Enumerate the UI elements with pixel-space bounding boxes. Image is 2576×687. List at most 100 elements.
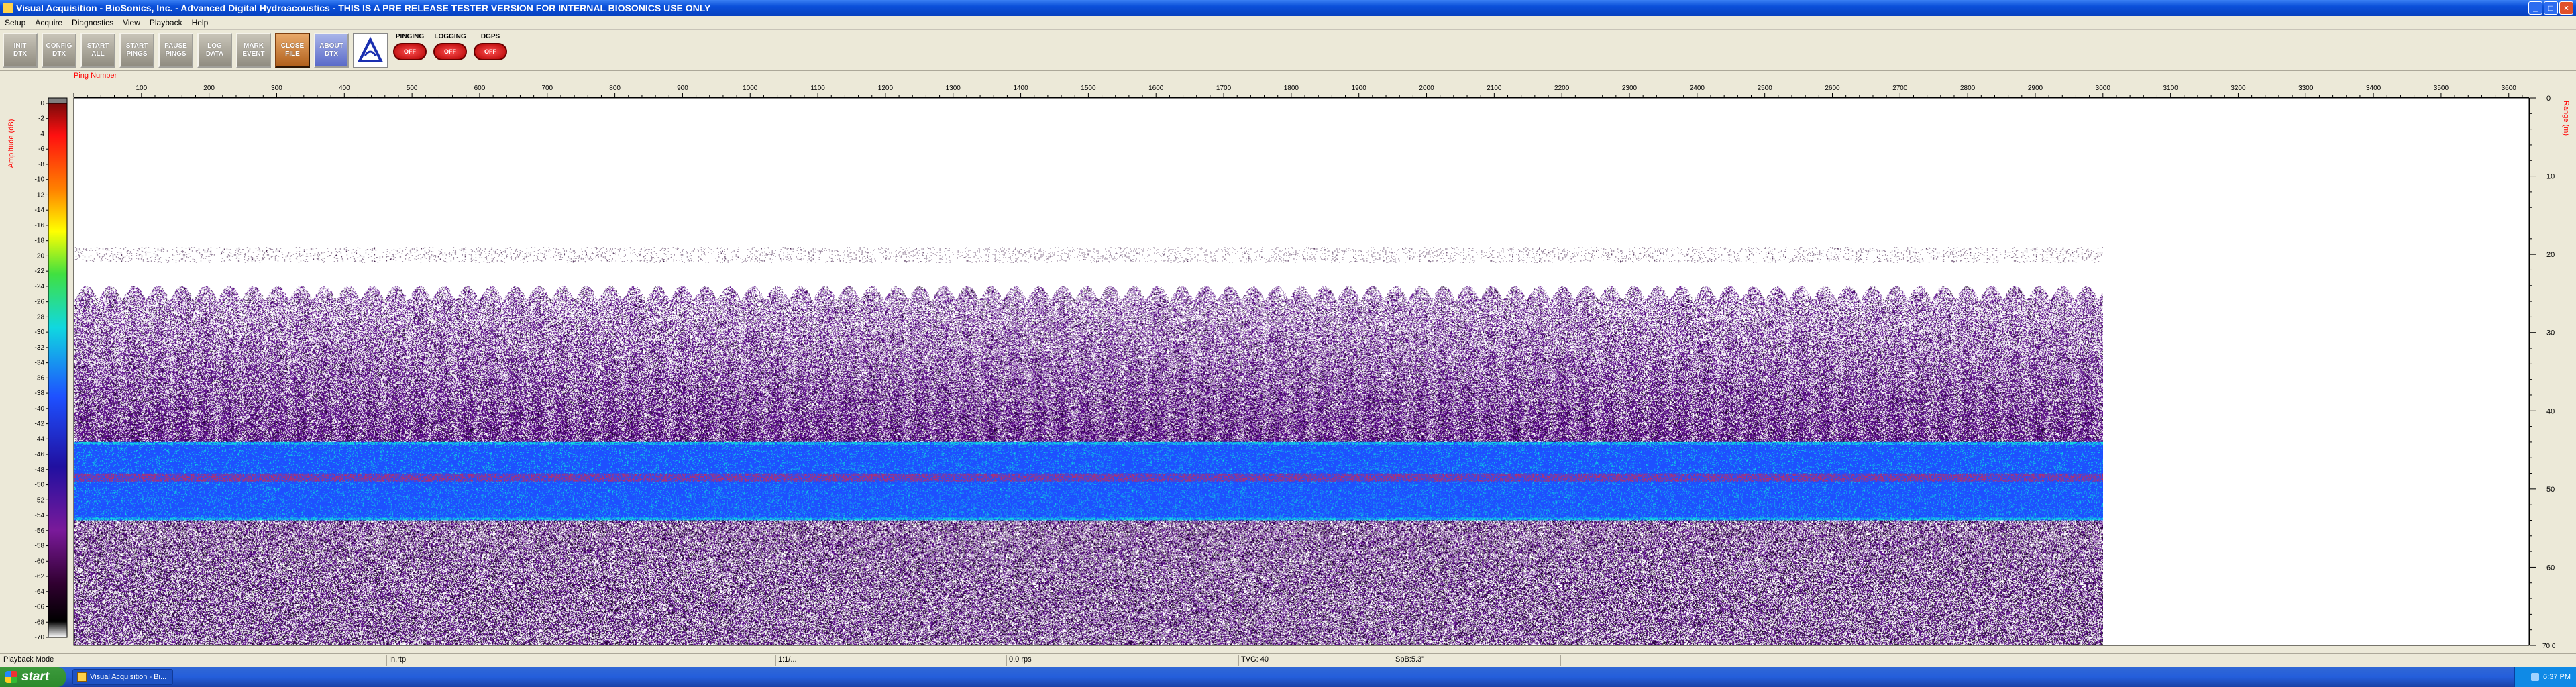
menu-bar: Setup Acquire Diagnostics View Playback … — [0, 16, 2576, 30]
ping-tick-label: 2700 — [1892, 85, 1908, 92]
ping-tick-label: 1100 — [810, 85, 825, 92]
colorbar-cap — [48, 97, 68, 104]
ping-tick-label: 3600 — [2502, 85, 2517, 92]
ping-tick-label: 600 — [474, 85, 486, 92]
window-title: Visual Acquisition - BioSonics, Inc. - A… — [16, 3, 711, 13]
maximize-button[interactable]: □ — [2544, 1, 2558, 15]
menu-help[interactable]: Help — [187, 18, 213, 28]
init-dtx-button[interactable]: INIT DTX — [3, 32, 38, 68]
status-pane-7 — [1560, 655, 1563, 666]
ping-tick-label: 700 — [541, 85, 553, 92]
echogram-panel: 0 -2 -4 -6 -8 -10 -12 -14 -16 -18 -20 -22 -24 -26 -28 -… — [0, 71, 2576, 653]
network-icon[interactable] — [2531, 673, 2540, 681]
ping-tick-label: 2600 — [1825, 85, 1840, 92]
menu-setup[interactable]: Setup — [0, 18, 30, 28]
colorbar-tick-label: -18 — [35, 237, 45, 245]
range-tick-label: 40 — [2546, 407, 2555, 415]
ping-tick-label: 1600 — [1148, 85, 1164, 92]
ping-tick-label: 2800 — [1960, 85, 1976, 92]
colorbar-tick-label: -66 — [35, 604, 45, 611]
colorbar-tick-label: -60 — [35, 558, 45, 565]
windows-flag-icon — [5, 671, 17, 683]
minimize-button[interactable]: _ — [2528, 1, 2542, 15]
ping-tick-label: 1200 — [878, 85, 894, 92]
app-icon — [77, 672, 87, 682]
taskbar-item-visual-acquisition[interactable]: Visual Acquisition - Bi... — [72, 669, 173, 685]
status-rate: 0.0 rps — [1006, 655, 1032, 666]
colorbar: 0 -2 -4 -6 -8 -10 -12 -14 -16 -18 -20 -22 -24 -26 -28 -… — [35, 97, 68, 641]
menu-diagnostics[interactable]: Diagnostics — [67, 18, 118, 28]
ping-tick-label: 1500 — [1081, 85, 1096, 92]
status-file: In.rtp — [386, 655, 406, 666]
ping-tick-label: 2000 — [1419, 85, 1434, 92]
colorbar-tick-label: -48 — [35, 466, 45, 474]
colorbar-tick-label: -58 — [35, 543, 45, 550]
ping-tick-label: 900 — [677, 85, 688, 92]
about-dtx-button[interactable]: ABOUT DTX — [314, 32, 349, 68]
ping-tick-label: 3100 — [2163, 85, 2178, 92]
log-data-button[interactable]: LOG DATA — [197, 32, 232, 68]
colorbar-tick-label: -44 — [35, 435, 45, 443]
ping-tick-label: 200 — [203, 85, 215, 92]
ping-tick-label: 2300 — [1622, 85, 1638, 92]
ping-tick-label: 2500 — [1758, 85, 1773, 92]
close-file-button[interactable]: CLOSE FILE — [275, 32, 310, 68]
pinging-led: OFF — [393, 42, 427, 60]
ping-tick-label: 3200 — [2231, 85, 2246, 92]
colorbar-tick-label: -6 — [38, 146, 44, 153]
menu-playback[interactable]: Playback — [145, 18, 187, 28]
colorbar-tick-label: -42 — [35, 421, 45, 428]
colorbar-tick-label: -50 — [35, 482, 45, 489]
start-pings-button[interactable]: START PINGS — [119, 32, 154, 68]
colorbar-tick-label: -4 — [38, 130, 44, 138]
dgps-led: OFF — [474, 42, 507, 60]
status-bar: Playback Mode In.rtp 1:1/... 0.0 rps TVG… — [0, 653, 2576, 667]
colorbar-tick-label: -30 — [35, 329, 45, 336]
menu-acquire[interactable]: Acquire — [30, 18, 67, 28]
status-tvg: TVG: 40 — [1238, 655, 1269, 666]
title-bar: Visual Acquisition - BioSonics, Inc. - A… — [0, 0, 2576, 16]
start-all-button[interactable]: START ALL — [80, 32, 115, 68]
range-tick-label: 30 — [2546, 329, 2555, 337]
ping-axis-label: Ping Number — [74, 72, 117, 80]
colorbar-tick-label: -2 — [38, 115, 44, 123]
colorbar-tick-label: 0 — [40, 100, 44, 107]
colorbar-tick-label: -54 — [35, 512, 45, 519]
colorbar-tick-label: -24 — [35, 283, 45, 290]
ping-tick-label: 500 — [407, 85, 418, 92]
colorbar-tick-label: -20 — [35, 252, 45, 260]
logging-label: LOGGING — [434, 32, 466, 40]
status-position: 1:1/... — [775, 655, 797, 666]
logging-indicator: LOGGING OFF — [432, 33, 468, 68]
toolbar: INIT DTX CONFIG DTX START ALL START PINGS PA… — [0, 30, 2576, 71]
pinging-label: PINGING — [395, 32, 425, 40]
start-button[interactable]: start — [0, 667, 66, 687]
colorbar-tick-label: -40 — [35, 405, 45, 413]
ping-tick-label: 3500 — [2434, 85, 2449, 92]
colorbar-tick-label: -16 — [35, 222, 45, 229]
mark-event-button[interactable]: MARK EVENT — [236, 32, 271, 68]
ping-tick-label: 2200 — [1554, 85, 1570, 92]
range-tick-label: 60 — [2546, 564, 2555, 572]
pinging-indicator: PINGING OFF — [392, 33, 428, 68]
ping-tick-label: 3000 — [2096, 85, 2111, 92]
range-axis-label: Range (m) — [2562, 101, 2570, 136]
config-dtx-button[interactable]: CONFIG DTX — [42, 32, 76, 68]
colorbar-tick-label: -28 — [35, 313, 45, 321]
close-button[interactable]: × — [2559, 1, 2573, 15]
ping-tick-label: 2900 — [2028, 85, 2043, 92]
colorbar-tick-label: -26 — [35, 299, 45, 306]
ping-axis: 100 200 300 400 500 600 700 800 900 1000 1100 1200 1… — [73, 85, 2529, 98]
ping-tick-label: 1400 — [1013, 85, 1028, 92]
ping-tick-label: 400 — [339, 85, 350, 92]
colorbar-tick-label: -8 — [38, 161, 44, 168]
ping-tick-label: 1800 — [1284, 85, 1299, 92]
pause-pings-button[interactable]: PAUSE PINGS — [158, 32, 193, 68]
ping-tick-label: 2100 — [1487, 85, 1502, 92]
colorbar-tick-label: -36 — [35, 374, 45, 382]
logging-led: OFF — [433, 42, 467, 60]
menu-view[interactable]: View — [118, 18, 145, 28]
colorbar-tick-label: -34 — [35, 360, 45, 367]
echogram-chart[interactable]: 0 -2 -4 -6 -8 -10 -12 -14 -16 -18 -20 -22 -24 -26 -28 -… — [0, 71, 2576, 653]
dgps-label: DGPS — [480, 32, 500, 40]
